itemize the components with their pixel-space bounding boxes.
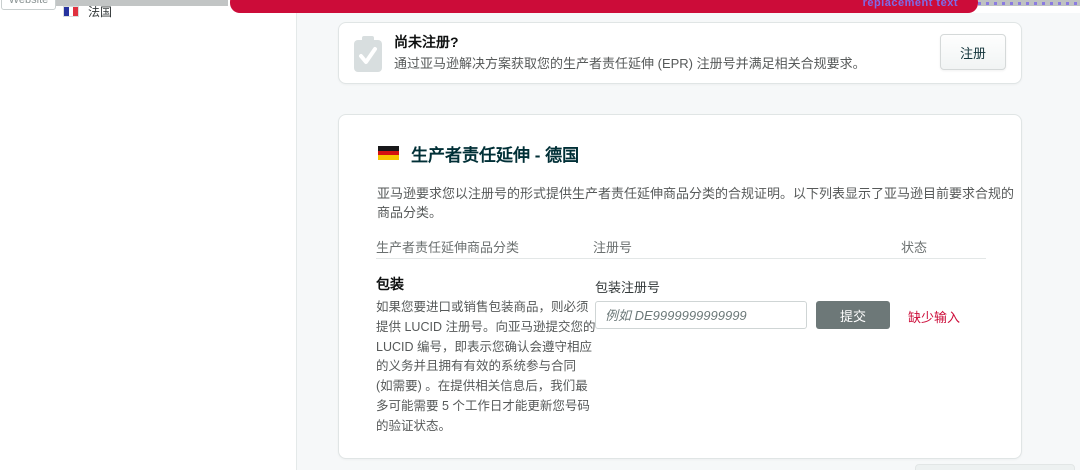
france-flag-icon — [63, 6, 79, 17]
clipboard-check-icon — [353, 36, 383, 79]
table-header-category: 生产者责任延伸商品分类 — [376, 237, 519, 256]
status-badge: 缺少输入 — [908, 307, 960, 326]
epr-card-intro: 亚马逊要求您以注册号的形式提供生产者责任延伸商品分类的合规证明。以下列表显示了亚… — [377, 183, 1021, 221]
website-tab-label: Website — [9, 0, 49, 6]
category-name: 包装 — [376, 274, 404, 294]
partially-visible-element-below — [915, 464, 1075, 470]
website-tab[interactable]: Website — [1, 0, 56, 10]
table-header-status: 状态 — [901, 237, 927, 256]
register-card-description: 通过亚马逊解决方案获取您的生产者责任延伸 (EPR) 注册号并满足相关合规要求。 — [394, 53, 866, 72]
register-button[interactable]: 注册 — [940, 34, 1006, 70]
table-header-divider — [376, 258, 986, 259]
highlight-banner: replacement text — [230, 0, 978, 13]
register-card: 尚未注册? 通过亚马逊解决方案获取您的生产者责任延伸 (EPR) 注册号并满足相… — [338, 22, 1022, 84]
epr-card-title: 生产者责任延伸 - 德国 — [411, 141, 579, 166]
germany-flag-icon — [378, 146, 399, 160]
top-bar-left-segment — [56, 0, 228, 6]
banner-clipped-label: replacement text — [863, 0, 958, 9]
table-header-registration-number: 注册号 — [593, 237, 632, 256]
registration-number-input[interactable] — [595, 301, 807, 329]
clipped-text-marks — [978, 2, 1080, 5]
register-card-title: 尚未注册? — [394, 32, 459, 52]
epr-germany-card: 生产者责任延伸 - 德国 亚马逊要求您以注册号的形式提供生产者责任延伸商品分类的… — [338, 114, 1022, 459]
submit-button[interactable]: 提交 — [816, 301, 890, 329]
top-bar-right-segment — [978, 0, 1080, 6]
page: Website replacement text 法国 尚未注册? 通过亚马逊解… — [0, 0, 1080, 470]
category-description: 如果您要进口或销售包装商品，则必须提供 LUCID 注册号。向亚马逊提交您的 L… — [376, 298, 596, 436]
registration-number-label: 包装注册号 — [595, 277, 660, 296]
